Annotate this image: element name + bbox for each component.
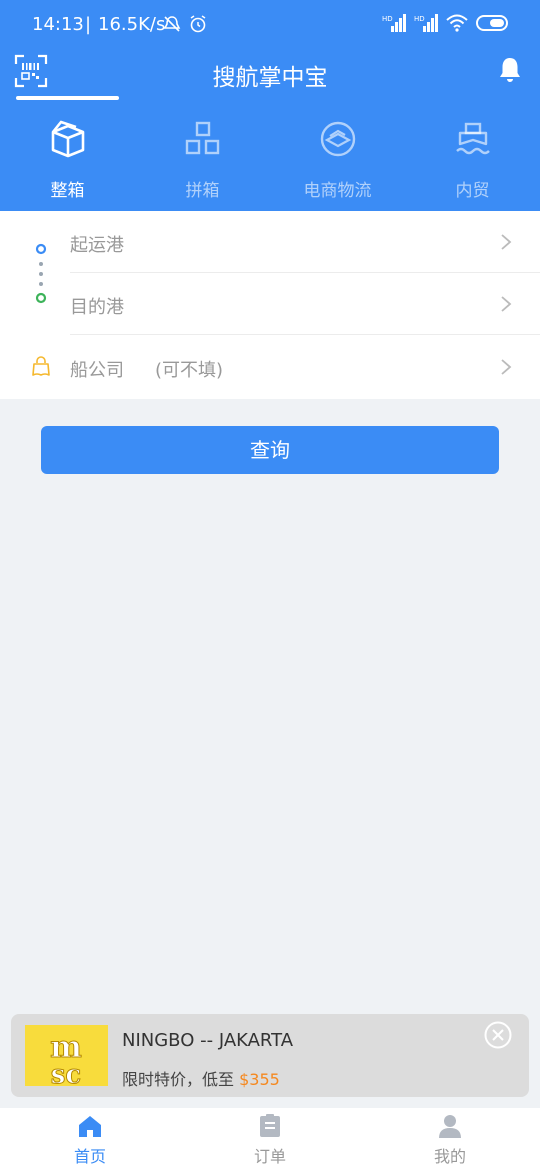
nav-label: 我的 [433, 1147, 466, 1166]
nav-label: 订单 [253, 1147, 286, 1166]
carrier-field[interactable]: 船公司 (可不填) [0, 336, 540, 398]
carrier-bag-icon [31, 356, 51, 382]
signal-icon: HD [382, 14, 406, 36]
carrier-optional-hint: (可不填) [155, 360, 224, 381]
page-title: 搜航掌中宝 [212, 65, 328, 91]
msc-logo: m sc [25, 1025, 108, 1091]
orders-icon [258, 1114, 282, 1138]
svg-text:HD: HD [382, 15, 393, 23]
title-bar: 搜航掌中宝 [0, 50, 540, 100]
bell-icon[interactable] [498, 56, 522, 84]
destination-port-label: 目的港 [70, 297, 124, 318]
carrier-label: 船公司 [70, 360, 124, 381]
active-tab-indicator [16, 96, 119, 100]
tab-domestic[interactable]: 内贸 [405, 110, 540, 211]
header: 14:13 | 16.5K/s HD HD 搜航掌中宝 整箱 拼箱 电商物流 内… [0, 0, 540, 211]
tab-lcl[interactable]: 拼箱 [135, 110, 270, 211]
status-separator: | [85, 14, 92, 35]
signal-icon-2: HD [414, 14, 438, 36]
query-button[interactable]: 查询 [41, 426, 499, 474]
grid-icon [182, 118, 224, 160]
battery-icon [476, 14, 510, 36]
tab-label: 拼箱 [185, 181, 220, 201]
nav-label: 首页 [73, 1147, 106, 1166]
ship-icon [452, 118, 494, 160]
home-icon [78, 1114, 102, 1138]
box-icon [47, 118, 89, 160]
alarm-icon [188, 14, 208, 38]
tab-label: 内贸 [455, 181, 490, 201]
tab-fcl[interactable]: 整箱 [0, 110, 135, 211]
chevron-right-icon [500, 358, 512, 376]
promo-description: 限时特价，低至 $355 [122, 1066, 280, 1090]
svg-text:sc: sc [51, 1060, 81, 1086]
wifi-icon [446, 14, 468, 36]
status-network-speed: 16.5K/s [98, 14, 166, 35]
status-bar: 14:13 | 16.5K/s HD HD [0, 0, 540, 50]
promo-route: NINGBO -- JAKARTA [122, 1030, 294, 1051]
tab-label: 整箱 [50, 181, 85, 201]
search-form: 起运港 目的港 船公司 (可不填) [0, 211, 540, 399]
chevron-right-icon [500, 233, 512, 251]
service-tabs: 整箱 拼箱 电商物流 内贸 [0, 110, 540, 211]
destination-port-field[interactable]: 目的港 [0, 273, 540, 335]
profile-icon [438, 1114, 462, 1138]
tab-label: 电商物流 [303, 181, 372, 201]
nav-home[interactable]: 首页 [0, 1108, 180, 1170]
nav-profile[interactable]: 我的 [360, 1108, 540, 1170]
nav-orders[interactable]: 订单 [180, 1108, 360, 1170]
mute-icon [162, 14, 182, 38]
ecommerce-icon [317, 118, 359, 160]
status-time: 14:13 [32, 14, 84, 35]
route-connector-icon [34, 243, 48, 305]
promo-banner[interactable]: m sc NINGBO -- JAKARTA 限时特价，低至 $355 [11, 1014, 529, 1097]
tab-ecommerce[interactable]: 电商物流 [270, 110, 405, 211]
promo-price: $355 [239, 1070, 280, 1089]
origin-port-field[interactable]: 起运港 [0, 211, 540, 273]
svg-text:HD: HD [414, 15, 425, 23]
divider [70, 334, 540, 335]
promo-desc-text: 限时特价，低至 [122, 1070, 240, 1089]
origin-port-label: 起运港 [70, 235, 124, 256]
chevron-right-icon [500, 295, 512, 313]
close-icon[interactable] [484, 1021, 512, 1049]
bottom-navigation: 首页 订单 我的 [0, 1108, 540, 1170]
